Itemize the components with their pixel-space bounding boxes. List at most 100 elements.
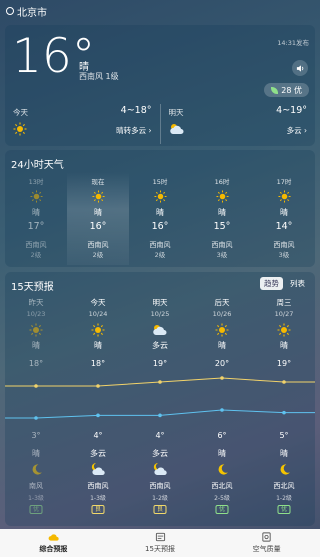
night-condition: 晴 (280, 449, 288, 458)
today-summary[interactable]: 今天 4~18° 晴转多云 › (5, 104, 161, 144)
day-wind-level: 1-3级 (90, 495, 106, 502)
aqi-badge[interactable]: 28 优 (264, 83, 309, 97)
sun-icon (67, 187, 129, 205)
air-tab-icon (262, 532, 271, 542)
bottom-nav: 综合预报 15天预报 空气质量 (0, 529, 320, 557)
day-high-temp: 19° (276, 359, 292, 368)
day-condition: 晴 (94, 341, 102, 350)
day-high-temp: 20° (214, 359, 230, 368)
day-low-temp: 3° (31, 431, 41, 440)
tab-15day-forecast[interactable]: 15天预报 (107, 529, 214, 557)
publish-time: 14:31发布 (277, 39, 309, 47)
tab-combined-forecast[interactable]: 综合预报 (0, 529, 107, 557)
forecast-day: 周三 10/27 晴 19° 5° 晴西北风 1-2级优 (253, 294, 315, 526)
aqi-level-badge: 优 (277, 505, 291, 514)
hour-item: 16时 晴 15° 西南风 3级 (191, 172, 253, 265)
sun-icon (13, 121, 27, 140)
aqi-level-badge: 良 (153, 505, 167, 514)
day-wind-level: 1-3级 (28, 495, 44, 502)
day-date: 10/25 (150, 310, 170, 318)
night-condition: 晴 (32, 449, 40, 458)
day-wind-level: 1-2级 (152, 495, 168, 502)
day-low-temp: 5° (279, 431, 289, 440)
day-condition: 晴 (218, 341, 226, 350)
tomorrow-summary[interactable]: 明天 4~19° 多云 › (161, 104, 316, 144)
day-low-temp: 4° (155, 431, 165, 440)
aqi-level-badge: 良 (91, 505, 105, 514)
day-name: 明天 (152, 298, 168, 307)
day-low-temp: 6° (217, 431, 227, 440)
cloud-tab-icon (48, 534, 59, 541)
forecast-day: 后天 10/26 晴 20° 6° 晴西北风 2-5级优 (191, 294, 253, 526)
day-wind: 南风 (29, 482, 43, 490)
day-condition: 多云 (152, 341, 168, 350)
cloud-night-icon (67, 461, 129, 477)
day-wind-level: 1-2级 (276, 495, 292, 502)
day-high-temp: 18° (90, 359, 106, 368)
city-name[interactable]: 北京市 (17, 4, 47, 19)
today-label: 今天 (13, 108, 28, 117)
hourly-card: 24小时天气 13时 晴 17° 西南风 2级 现在 晴 16° 西南风 2级 … (5, 150, 315, 267)
current-wind: 西南风 1级 (79, 72, 119, 81)
cloud-day-icon (129, 322, 191, 338)
tomorrow-label: 明天 (168, 108, 184, 117)
day-name: 今天 (90, 298, 106, 307)
sun-icon (191, 322, 253, 338)
day-date: 10/27 (274, 310, 294, 318)
leaf-icon (271, 86, 279, 94)
speaker-button[interactable] (292, 60, 308, 76)
sun-icon (67, 322, 129, 338)
hour-item: 17时 晴 14° 西南风 3级 (253, 172, 315, 265)
forecast-day: 明天 10/25 多云 19° 4° 多云西南风 1-2级良 (129, 294, 191, 526)
hour-item: 15时 晴 16° 西南风 2级 (129, 172, 191, 265)
day-condition: 晴 (280, 341, 288, 350)
hour-item: 13时 晴 17° 西南风 2级 (5, 172, 67, 265)
sun-icon (129, 187, 191, 205)
location-pin-icon (6, 7, 14, 15)
day-wind: 西北风 (273, 482, 295, 490)
moon-icon (191, 461, 253, 477)
night-condition: 多云 (90, 449, 106, 458)
cloud-night-icon (129, 461, 191, 477)
today-desc: 晴转多云 › (116, 126, 152, 135)
speaker-icon (296, 64, 303, 72)
today-range: 4~18° (120, 105, 152, 116)
tomorrow-range: 4~19° (276, 105, 307, 116)
day-wind: 西南风 (149, 482, 171, 490)
sun-icon (5, 322, 67, 338)
day-high-temp: 19° (152, 359, 168, 368)
current-weather-card: 16° 晴 西南风 1级 14:31发布 28 优 今天 4~18° 晴转多云 … (5, 25, 315, 146)
day-date: 10/24 (88, 310, 108, 318)
today-tomorrow-row: 今天 4~18° 晴转多云 › 明天 4~19° 多云 › (5, 104, 315, 144)
day-name: 后天 (214, 298, 230, 307)
day-name: 周三 (276, 298, 292, 307)
forecast-days[interactable]: 昨天 10/23 晴 18° 3° 晴南风 1-3级优 今天 10/24 晴 18° 4° 多云西南风 1… (5, 294, 315, 526)
day-condition: 晴 (32, 341, 40, 350)
calendar-tab-icon (155, 532, 165, 542)
day-wind: 西南风 (87, 482, 109, 490)
forecast-card: 15天预报 趋势 列表 昨天 10/23 晴 18° 3° 晴南风 1-3级优今天 10/24… (5, 272, 315, 526)
day-high-temp: 18° (28, 359, 44, 368)
moon-icon (253, 461, 315, 477)
hourly-list[interactable]: 13时 晴 17° 西南风 2级 现在 晴 16° 西南风 2级 15时 晴 1… (5, 172, 315, 265)
day-date: 10/23 (26, 310, 46, 318)
sun-icon (253, 322, 315, 338)
day-wind: 西北风 (211, 482, 233, 490)
cloud-day-icon (169, 121, 185, 140)
day-wind-level: 2-5级 (214, 495, 230, 502)
sun-icon (5, 187, 67, 205)
tab-air-quality[interactable]: 空气质量 (213, 529, 320, 557)
moon-icon (5, 461, 67, 477)
hour-item-now: 现在 晴 16° 西南风 2级 (67, 172, 129, 265)
tomorrow-desc: 多云 › (286, 126, 307, 135)
night-condition: 多云 (152, 449, 168, 458)
night-condition: 晴 (218, 449, 226, 458)
status-bar: 北京市 (0, 0, 320, 22)
aqi-level-badge: 优 (215, 505, 229, 514)
sun-icon (191, 187, 253, 205)
aqi-level-badge: 优 (29, 505, 43, 514)
sun-icon (253, 187, 315, 205)
day-name: 昨天 (28, 298, 44, 307)
day-date: 10/26 (212, 310, 232, 318)
aqi-value: 28 优 (281, 85, 302, 95)
